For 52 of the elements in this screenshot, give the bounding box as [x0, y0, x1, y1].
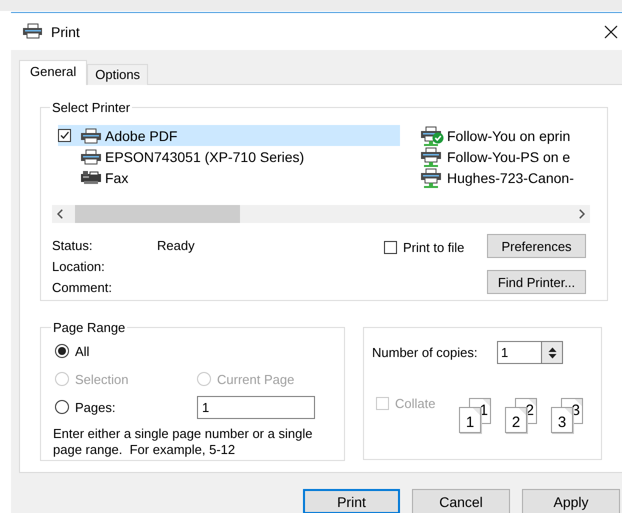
field-label: Comment: — [52, 280, 113, 295]
network-printer-icon — [420, 168, 444, 188]
horizontal-scrollbar[interactable] — [52, 205, 590, 223]
print-to-file-checkbox[interactable] — [384, 241, 397, 254]
scroll-thumb[interactable] — [75, 205, 240, 223]
printer-item[interactable]: EPSON743051 (XP-710 Series) — [58, 146, 400, 167]
spin-button[interactable] — [541, 341, 563, 364]
network-printer-icon — [420, 146, 444, 166]
cancel-button[interactable]: Cancel — [412, 489, 510, 513]
check-icon — [59, 130, 70, 141]
field-label: Number of copies: — [372, 345, 478, 360]
field-label: Status: — [52, 238, 94, 253]
scroll-right-icon — [579, 209, 585, 219]
preferences-button[interactable]: Preferences — [487, 234, 586, 258]
printer-item[interactable]: Follow-You on eprin — [420, 125, 588, 146]
tab[interactable]: General — [19, 60, 88, 85]
collate-page: 2 — [505, 407, 527, 433]
checkbox-label: Collate — [395, 396, 436, 411]
checkbox-label: Print to file — [403, 240, 464, 255]
pages-field[interactable]: 1 — [197, 396, 315, 418]
group-title: Page Range — [52, 320, 126, 335]
radio-label: All — [75, 344, 90, 358]
group-title: Select Printer — [51, 100, 132, 115]
printer-icon — [80, 128, 102, 144]
scroll-left-icon — [57, 209, 63, 219]
tab[interactable]: Options — [87, 64, 148, 85]
print-button[interactable]: Print — [303, 489, 400, 513]
radio-label: Current Page — [217, 372, 294, 386]
window-title: Print — [51, 24, 81, 40]
collate-page: 3 — [551, 407, 573, 433]
find-printer-button[interactable]: Find Printer... — [487, 270, 586, 294]
apply-button[interactable]: Apply — [522, 489, 620, 513]
printer-icon — [80, 148, 102, 164]
radio-label: Pages: — [75, 400, 116, 414]
field-label: Location: — [52, 259, 106, 274]
up-down-arrows-icon — [548, 346, 556, 360]
printer-checkbox[interactable] — [58, 129, 71, 142]
status-value: Ready — [157, 238, 196, 253]
radio-label: Selection — [75, 372, 128, 386]
radio-button[interactable] — [55, 400, 69, 414]
fax-icon — [80, 170, 102, 186]
printer-item[interactable]: Fax — [58, 167, 400, 188]
network-printer-check-icon — [420, 126, 444, 146]
printer-item[interactable]: Adobe PDF — [58, 125, 400, 146]
printer-icon — [22, 23, 42, 40]
copies-field[interactable]: 1 — [497, 341, 541, 364]
printer-item[interactable]: Hughes-723-Canon- — [420, 167, 588, 188]
close-icon — [604, 24, 618, 38]
collate-page: 1 — [459, 407, 481, 433]
printer-item[interactable]: Follow-You-PS on e — [420, 146, 588, 167]
hint-text: Enter either a single page number or a single page range. For example, 5-12 — [53, 426, 314, 458]
radio-button[interactable] — [55, 344, 69, 358]
